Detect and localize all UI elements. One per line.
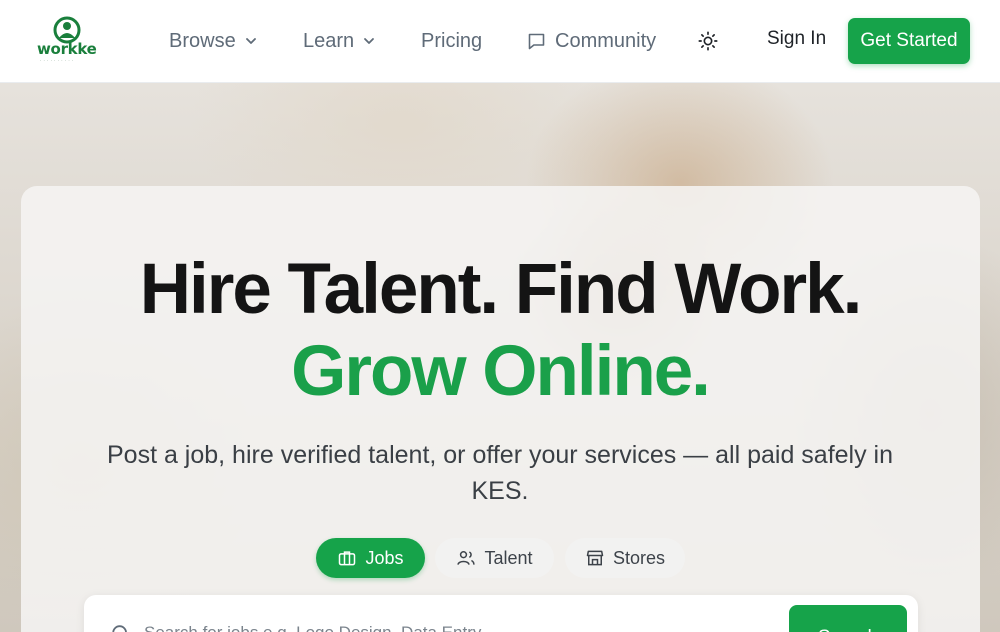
nav-community-label: Community: [555, 29, 657, 52]
search-input[interactable]: [144, 619, 764, 632]
workke-logo[interactable]: workke · · · · · · · · · ·: [34, 14, 104, 66]
tab-talent[interactable]: Talent: [435, 538, 554, 578]
sign-in-link[interactable]: Sign In: [767, 28, 826, 50]
nav-browse-label: Browse: [169, 29, 236, 52]
tab-jobs[interactable]: Jobs: [316, 538, 425, 578]
search-button[interactable]: Search: [789, 605, 907, 632]
chevron-down-icon: [245, 38, 256, 44]
chevron-down-icon: [364, 38, 375, 44]
logo-wordmark: workke: [37, 40, 97, 58]
tab-talent-label: Talent: [484, 547, 533, 568]
get-started-button[interactable]: Get Started: [848, 18, 970, 64]
message-square-icon: [528, 33, 545, 49]
search-icon: [112, 625, 127, 632]
store-icon: [586, 550, 604, 566]
search-bar: Search: [84, 595, 918, 632]
briefcase-icon: [339, 551, 356, 566]
nav-learn[interactable]: Learn: [303, 27, 376, 55]
tab-jobs-label: Jobs: [365, 547, 404, 568]
search-type-tabs: Jobs Talent Stores: [0, 538, 1000, 578]
tab-stores[interactable]: Stores: [565, 538, 685, 578]
sun-icon[interactable]: [697, 30, 719, 52]
nav-pricing-label: Pricing: [421, 29, 483, 52]
logo-tagline: · · · · · · · · · ·: [40, 58, 74, 63]
nav-community[interactable]: Community: [526, 27, 656, 55]
nav-learn-label: Learn: [303, 29, 355, 52]
nav-browse[interactable]: Browse: [169, 27, 258, 55]
site-header: workke · · · · · · · · · · Browse Learn …: [0, 0, 1000, 83]
hero-subheadline: Post a job, hire verified talent, or off…: [106, 441, 894, 505]
tab-stores-label: Stores: [612, 547, 666, 568]
users-icon: [457, 551, 476, 565]
hero-headline-highlight: Grow Online.: [291, 332, 711, 411]
nav-pricing[interactable]: Pricing: [421, 27, 482, 55]
hero-headline: Hire Talent. Find Work.: [139, 250, 863, 329]
